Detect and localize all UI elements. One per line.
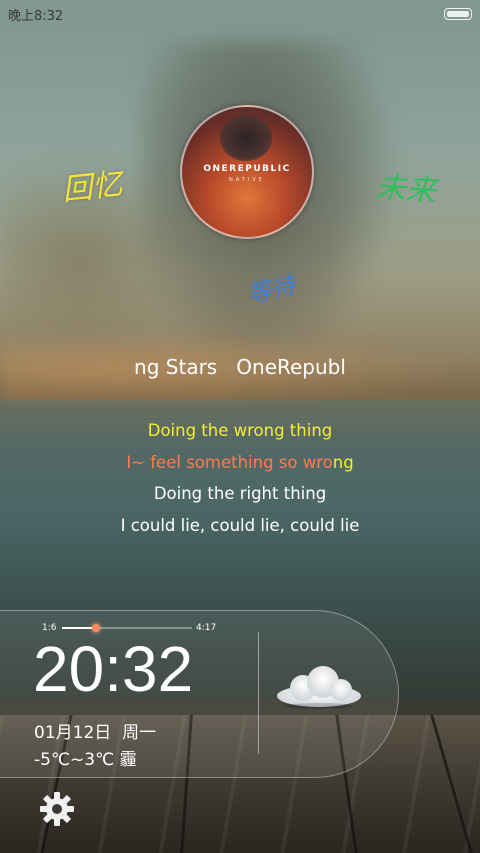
album-title: NATIVE xyxy=(229,177,265,183)
future-label[interactable]: 未来 xyxy=(375,162,438,210)
clock-time[interactable]: 20:32 xyxy=(33,632,193,706)
lyric-sung-part: I~ feel something so wro xyxy=(126,453,333,472)
song-marquee: ng Stars OneRepubl xyxy=(134,355,346,379)
panel-divider xyxy=(258,632,259,754)
battery-icon xyxy=(444,8,472,20)
lyric-unsung-part: ng xyxy=(332,453,354,472)
album-art[interactable]: ONEREPUBLIC NATIVE xyxy=(180,105,314,239)
progress-knob[interactable] xyxy=(91,624,100,632)
weather-text: -5℃~3℃ 霾 xyxy=(34,745,137,770)
memory-label[interactable]: 回忆 xyxy=(60,159,124,209)
album-figure xyxy=(220,115,272,161)
status-bar-time: 晚上8:32 xyxy=(8,9,64,24)
cloud-icon[interactable] xyxy=(273,662,365,712)
date-text: 01月12日 周一 xyxy=(34,718,156,743)
weekday-value: 周一 xyxy=(122,723,157,743)
wait-label[interactable]: 等待 xyxy=(244,265,298,309)
progress-fill xyxy=(62,627,96,629)
lyric-line-previous: Doing the wrong thing xyxy=(147,421,333,440)
progress-slider[interactable] xyxy=(62,624,192,632)
lyric-line-current: I~ feel something so wrong xyxy=(0,453,480,472)
lyric-line-after: I could lie, could lie, could lie xyxy=(120,516,360,535)
date-value: 01月12日 xyxy=(34,723,112,743)
duration-time: 4:17 xyxy=(196,623,217,633)
album-band-name: ONEREPUBLIC xyxy=(203,164,291,174)
gear-icon[interactable] xyxy=(38,790,76,828)
temperature-range: -5℃~3℃ xyxy=(34,750,115,770)
weather-condition: 霾 xyxy=(119,750,137,770)
lyric-line-next: Doing the right thing xyxy=(153,484,327,503)
